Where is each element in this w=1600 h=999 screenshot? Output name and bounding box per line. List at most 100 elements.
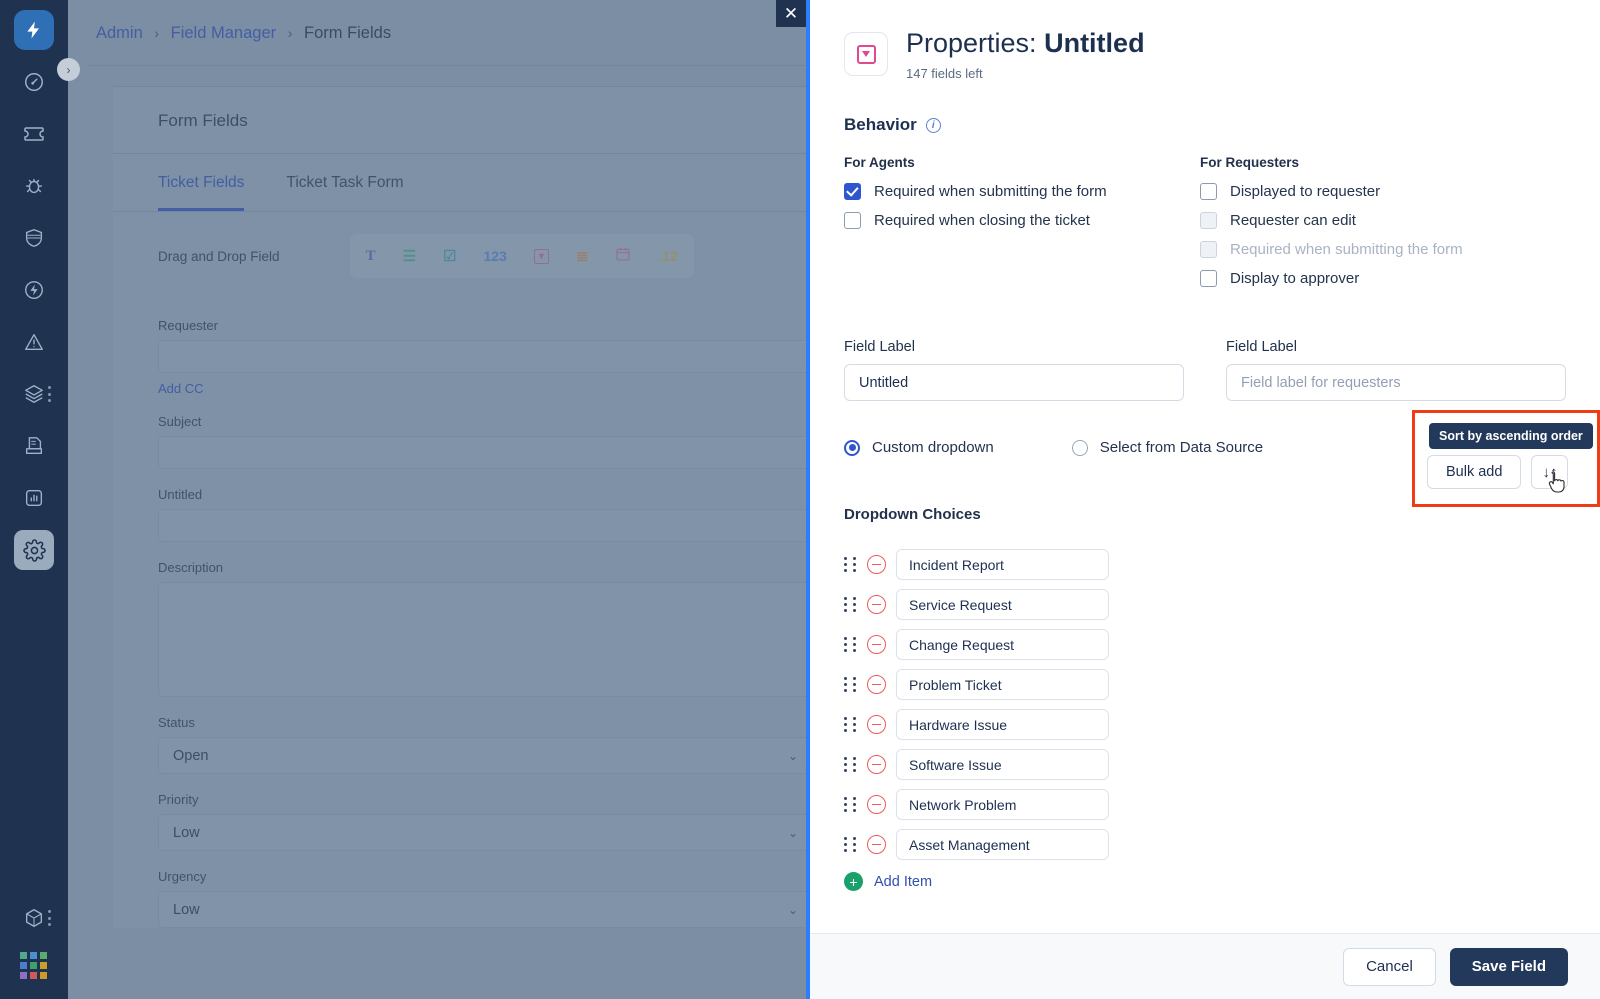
- display-to-approver-row[interactable]: Display to approver: [1200, 270, 1463, 288]
- agent-required-closing-checkbox[interactable]: [844, 212, 861, 230]
- drag-handle-icon[interactable]: [844, 797, 857, 812]
- requester-can-edit-row: Requester can edit: [1200, 212, 1463, 230]
- choice-input[interactable]: [896, 589, 1109, 621]
- paragraph-field-icon[interactable]: ☰: [403, 247, 416, 265]
- sidebar-item-dashboard[interactable]: [14, 62, 54, 102]
- agent-required-submitting-row[interactable]: Required when submitting the form: [844, 183, 1200, 201]
- agent-required-closing-row[interactable]: Required when closing the ticket: [844, 212, 1200, 230]
- remove-choice-icon[interactable]: [867, 755, 886, 775]
- breadcrumb-admin[interactable]: Admin: [96, 24, 143, 42]
- choice-input[interactable]: [896, 629, 1109, 661]
- sidebar-item-admin[interactable]: [14, 530, 54, 570]
- panel-header: Properties: Untitled 147 fields left: [844, 28, 1564, 81]
- drag-handle-icon[interactable]: [844, 557, 857, 572]
- sidebar-item-knowledge[interactable]: [14, 426, 54, 466]
- sidebar-item-incidents[interactable]: [14, 322, 54, 362]
- sidebar-item-changes[interactable]: [14, 218, 54, 258]
- tab-ticket-fields[interactable]: Ticket Fields: [158, 154, 245, 211]
- choices-toolbar: Bulk add ↓↑: [1427, 455, 1569, 493]
- choice-row: [844, 669, 1564, 701]
- remove-choice-icon[interactable]: [867, 715, 886, 735]
- drag-handle-icon[interactable]: [844, 757, 857, 772]
- drag-handle-icon[interactable]: [844, 717, 857, 732]
- sidebar-item-analytics[interactable]: [14, 478, 54, 518]
- choice-input[interactable]: [896, 749, 1109, 781]
- fields-left-count: 147 fields left: [906, 66, 983, 82]
- app-sidebar: [0, 0, 68, 999]
- date-field-icon[interactable]: [615, 246, 631, 266]
- remove-choice-icon[interactable]: [867, 675, 886, 695]
- requester-field-label-input[interactable]: [1226, 364, 1566, 402]
- subject-input[interactable]: [158, 436, 806, 469]
- choice-input[interactable]: [896, 709, 1109, 741]
- drag-drop-row: Drag and Drop Field T ☰ ☑ 123 ▾ ≣ .12: [113, 212, 806, 296]
- sort-order-button[interactable]: ↓↑: [1531, 455, 1569, 493]
- lightning-logo-icon[interactable]: [14, 10, 54, 50]
- add-item-label: Add Item: [874, 873, 933, 890]
- close-icon: ✕: [783, 3, 799, 23]
- display-to-approver-checkbox[interactable]: [1200, 270, 1217, 288]
- decimal-field-icon[interactable]: .12: [658, 248, 677, 264]
- drag-handle-icon[interactable]: [844, 597, 857, 612]
- save-field-button[interactable]: Save Field: [1449, 947, 1568, 986]
- remove-choice-icon[interactable]: [867, 635, 886, 655]
- add-cc-link[interactable]: Add CC: [158, 381, 806, 396]
- checkbox-field-icon[interactable]: ☑: [443, 247, 456, 265]
- choice-input[interactable]: [896, 789, 1109, 821]
- status-select[interactable]: Open ⌄: [158, 737, 806, 774]
- requester-input[interactable]: [158, 340, 806, 373]
- choice-input[interactable]: [896, 669, 1109, 701]
- remove-choice-icon[interactable]: [867, 595, 886, 615]
- drag-handle-icon[interactable]: [844, 637, 857, 652]
- breadcrumb-field-manager[interactable]: Field Manager: [171, 24, 276, 42]
- text-field-icon[interactable]: T: [366, 248, 376, 265]
- add-item-button[interactable]: + Add Item: [844, 872, 1564, 892]
- sidebar-more-dots-bottom-icon[interactable]: [48, 910, 51, 926]
- remove-choice-icon[interactable]: [867, 835, 886, 855]
- breadcrumb-separator-icon: ›: [154, 25, 160, 41]
- sidebar-item-problems[interactable]: [14, 166, 54, 206]
- field-label-subject: Subject: [158, 414, 202, 429]
- data-source-radio[interactable]: [1071, 439, 1088, 456]
- requester-displayed-checkbox[interactable]: [1200, 183, 1217, 201]
- data-source-option[interactable]: Select from Data Source: [1071, 439, 1263, 456]
- choice-row: [844, 749, 1564, 781]
- agent-field-label-input[interactable]: [844, 364, 1184, 402]
- drag-handle-icon[interactable]: [844, 837, 857, 852]
- sidebar-item-releases[interactable]: [14, 270, 54, 310]
- dropdown-field-icon[interactable]: ▾: [533, 248, 549, 264]
- cancel-button[interactable]: Cancel: [1343, 947, 1436, 986]
- info-icon[interactable]: i: [925, 117, 941, 133]
- multiselect-field-icon[interactable]: ≣: [576, 247, 589, 265]
- sidebar-expand-toggle[interactable]: ›: [57, 58, 80, 81]
- triangle-down-icon: [862, 51, 870, 57]
- number-field-icon[interactable]: 123: [483, 248, 506, 264]
- remove-choice-icon[interactable]: [867, 795, 886, 815]
- apps-grid-icon[interactable]: [20, 952, 48, 979]
- sidebar-item-assets[interactable]: [14, 374, 54, 414]
- bulk-add-button[interactable]: Bulk add: [1427, 455, 1522, 489]
- sidebar-item-marketplace[interactable]: [14, 898, 54, 938]
- sidebar-more-dots-icon[interactable]: [48, 386, 51, 402]
- urgency-select[interactable]: Low ⌄: [158, 891, 806, 928]
- drag-handle-icon[interactable]: [844, 677, 857, 692]
- close-panel-button[interactable]: ✕: [776, 0, 806, 27]
- drag-drop-label: Drag and Drop Field: [158, 248, 280, 264]
- agent-required-submitting-checkbox[interactable]: [844, 183, 861, 201]
- breadcrumb: Admin › Field Manager › Form Fields: [68, 0, 806, 43]
- requester-displayed-row[interactable]: Displayed to requester: [1200, 183, 1463, 201]
- agent-field-label-title: Field Label: [844, 339, 915, 356]
- choice-input[interactable]: [896, 549, 1109, 581]
- remove-choice-icon[interactable]: [867, 555, 886, 575]
- dropdown-choices-list: + Add Item: [844, 549, 1564, 892]
- choice-input[interactable]: [896, 829, 1109, 861]
- field-label-requester: Requester: [158, 318, 218, 333]
- priority-select[interactable]: Low ⌄: [158, 814, 806, 851]
- description-textarea[interactable]: [158, 582, 806, 697]
- custom-dropdown-radio[interactable]: [844, 439, 860, 456]
- custom-dropdown-option[interactable]: Custom dropdown: [844, 439, 994, 456]
- sidebar-item-tickets[interactable]: [14, 114, 54, 154]
- tab-ticket-task-form[interactable]: Ticket Task Form: [286, 154, 403, 211]
- status-value: Open: [173, 747, 209, 764]
- untitled-input[interactable]: [158, 509, 806, 542]
